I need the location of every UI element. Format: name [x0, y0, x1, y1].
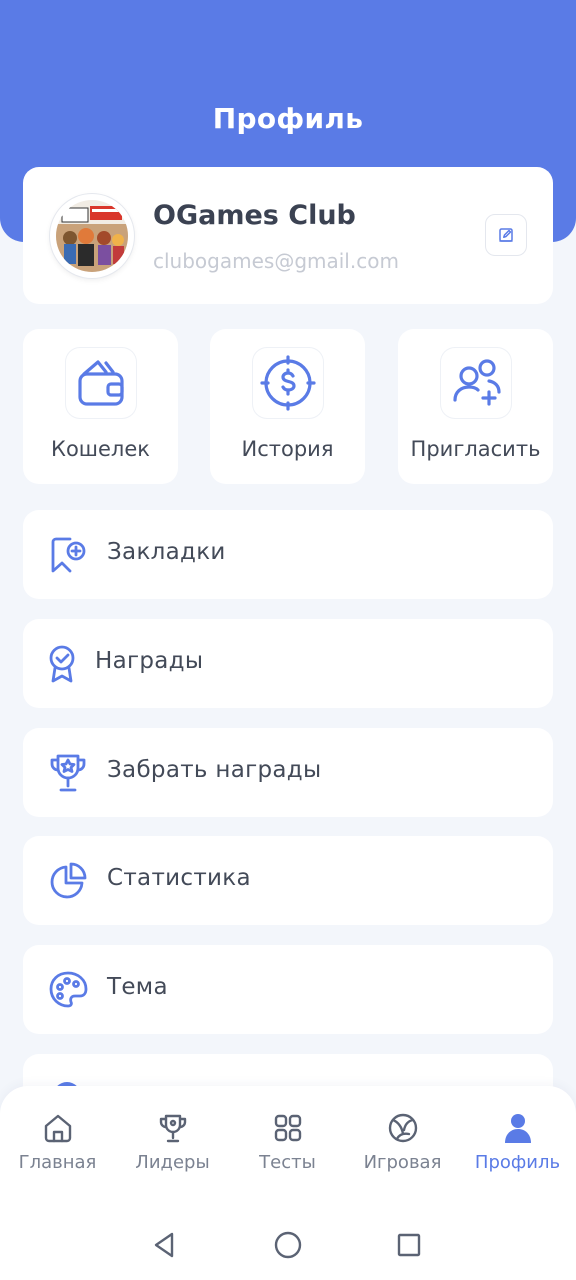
menu-item-label: Забрать награды — [107, 757, 322, 783]
nav-label: Главная — [18, 1152, 97, 1173]
tile-history[interactable]: История — [210, 329, 365, 484]
menu-item-bookmarks[interactable]: Закладки — [23, 510, 553, 599]
nav-tests[interactable]: Тесты — [230, 1108, 345, 1178]
menu-item-label: Награды — [95, 648, 204, 674]
bookmark-add-icon — [47, 534, 89, 576]
recents-button[interactable] — [392, 1228, 426, 1262]
tile-invite[interactable]: Пригласить — [398, 329, 553, 484]
nav-home[interactable]: Главная — [0, 1108, 115, 1178]
pie-chart-icon — [47, 860, 89, 902]
menu-item-label: Тема — [107, 974, 168, 1000]
dollar-circle-icon — [253, 348, 323, 418]
menu-item-label: Статистика — [107, 865, 251, 891]
trophy-icon — [159, 1114, 186, 1143]
menu-item-statistics[interactable]: Статистика — [23, 836, 553, 925]
menu-item-awards[interactable]: Награды — [23, 619, 553, 708]
award-badge-icon — [45, 643, 79, 685]
home-circle-icon — [274, 1231, 302, 1259]
tile-label: Кошелек — [51, 437, 150, 461]
nav-label: Тесты — [259, 1152, 316, 1173]
avatar[interactable] — [50, 194, 134, 278]
back-triangle-icon — [154, 1232, 174, 1258]
tile-label: Пригласить — [410, 437, 541, 461]
nav-label: Лидеры — [135, 1152, 210, 1173]
nav-leaders[interactable]: Лидеры — [115, 1108, 230, 1178]
page-title: Профиль — [212, 102, 364, 135]
add-user-icon — [441, 348, 511, 418]
menu-item-claim-rewards[interactable]: Забрать награды — [23, 728, 553, 817]
nav-label: Игровая — [363, 1152, 442, 1173]
tile-label: История — [241, 437, 334, 461]
menu-item-theme[interactable]: Тема — [23, 945, 553, 1034]
profile-card[interactable]: OGames Club clubogames@gmail.com — [23, 167, 553, 304]
profile-name: OGames Club — [153, 200, 356, 231]
ball-icon — [388, 1113, 417, 1143]
profile-email: clubogames@gmail.com — [153, 249, 399, 273]
grid-icon — [274, 1114, 301, 1142]
back-button[interactable] — [147, 1228, 181, 1262]
wallet-icon — [66, 348, 136, 418]
palette-icon — [47, 969, 89, 1011]
system-navigation-bar — [0, 1210, 576, 1280]
recents-square-icon — [397, 1233, 421, 1257]
nav-game[interactable]: Игровая — [345, 1108, 460, 1178]
avatar-image — [56, 200, 128, 272]
edit-profile-button[interactable] — [485, 214, 527, 256]
user-icon — [504, 1114, 531, 1143]
tile-wallet[interactable]: Кошелек — [23, 329, 178, 484]
trophy-star-icon — [47, 752, 89, 794]
home-icon — [44, 1114, 71, 1143]
home-system-button[interactable] — [271, 1228, 305, 1262]
nav-profile[interactable]: Профиль — [460, 1108, 575, 1178]
nav-label: Профиль — [474, 1152, 561, 1173]
menu-item-label: Закладки — [107, 539, 226, 565]
edit-icon — [499, 228, 513, 242]
